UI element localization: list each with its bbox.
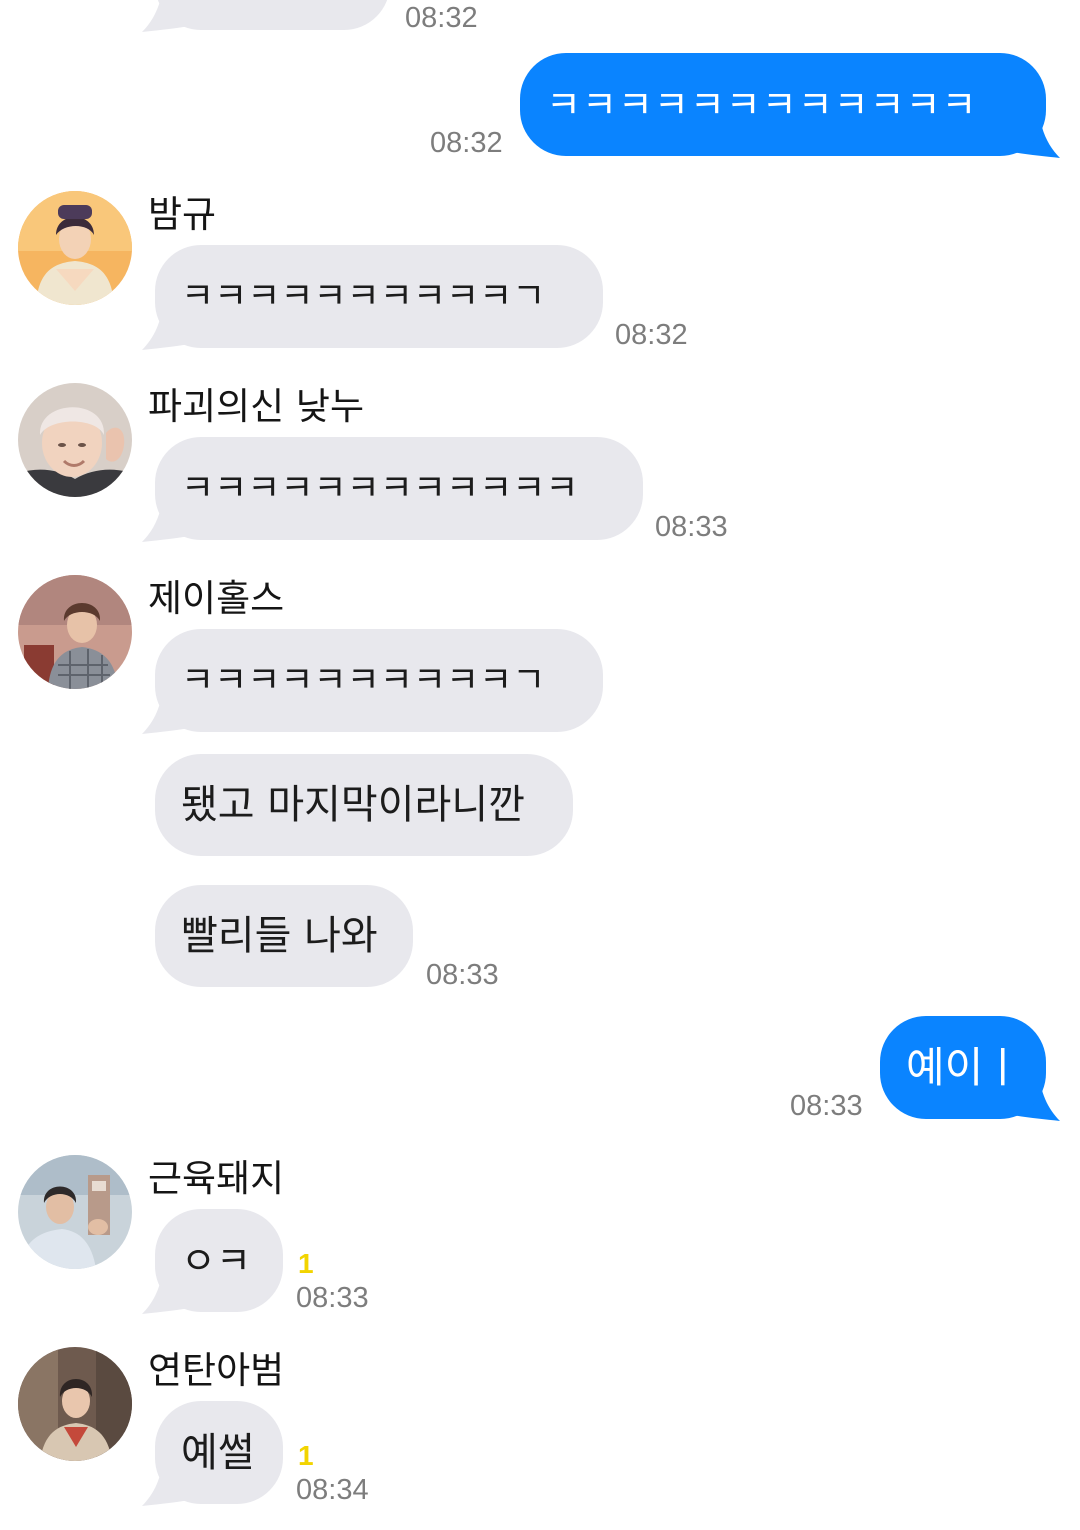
message-bubble-incoming[interactable]: 됐고 마지막이라니깐 — [155, 754, 573, 856]
message-bubble-incoming[interactable]: ㅇㅋ — [155, 1209, 283, 1312]
sender-name: 제이홀스 — [148, 577, 285, 620]
sender-name: 근육돼지 — [148, 1157, 285, 1200]
avatar-paguiuisin[interactable] — [18, 383, 132, 497]
sender-name: 연탄아범 — [148, 1349, 285, 1392]
unread-count: 1 — [298, 1248, 314, 1279]
message-bubble-outgoing[interactable]: 예이ㅣ — [880, 1016, 1046, 1119]
unread-count: 1 — [298, 1440, 314, 1471]
avatar-bamgyu[interactable] — [18, 191, 132, 305]
message-bubble-outgoing[interactable]: ㅋㅋㅋㅋㅋㅋㅋㅋㅋㅋㅋㅋ — [520, 53, 1046, 156]
message-timestamp: 08:32 — [430, 127, 503, 159]
message-bubble-incoming[interactable]: ㅋㅋㅋㅋㅋㅋㅋㅋㅋㅋㄱ — [155, 629, 603, 732]
message-bubble-partial[interactable] — [155, 0, 390, 30]
message-timestamp: 08:32 — [615, 319, 688, 351]
sender-name: 파괴의신 낮누 — [148, 385, 365, 428]
avatar-geunyuk[interactable] — [18, 1155, 132, 1269]
message-bubble-incoming[interactable]: 예썰 — [155, 1401, 283, 1504]
avatar-jhorse[interactable] — [18, 575, 132, 689]
message-timestamp: 08:33 — [296, 1282, 369, 1314]
sender-name: 밤규 — [148, 193, 217, 236]
message-timestamp: 08:33 — [655, 511, 728, 543]
avatar-yeontan[interactable] — [18, 1347, 132, 1461]
message-timestamp: 08:33 — [790, 1090, 863, 1122]
message-timestamp: 08:34 — [296, 1474, 369, 1506]
message-timestamp: 08:32 — [405, 2, 478, 34]
message-timestamp: 08:33 — [426, 959, 499, 991]
message-bubble-incoming[interactable]: 빨리들 나와 — [155, 885, 413, 987]
message-bubble-incoming[interactable]: ㅋㅋㅋㅋㅋㅋㅋㅋㅋㅋㅋㅋ — [155, 437, 643, 540]
message-bubble-incoming[interactable]: ㅋㅋㅋㅋㅋㅋㅋㅋㅋㅋㄱ — [155, 245, 603, 348]
